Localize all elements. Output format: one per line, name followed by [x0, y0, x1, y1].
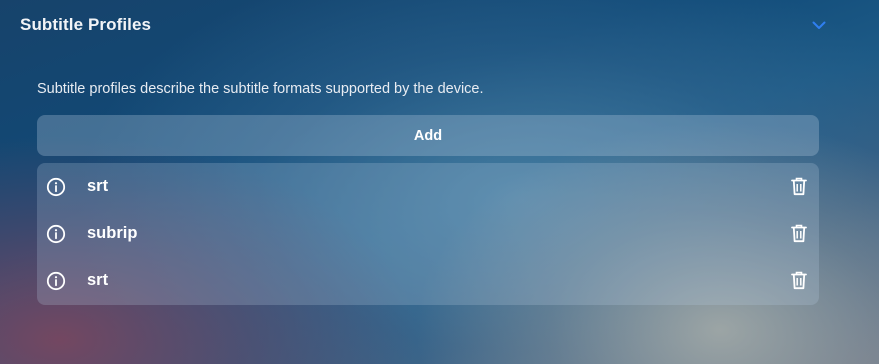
trash-icon[interactable]: [790, 224, 808, 244]
section-header-subtitle-profiles[interactable]: Subtitle Profiles: [20, 0, 840, 50]
add-button[interactable]: Add: [37, 115, 819, 156]
profile-name: subrip: [87, 224, 138, 242]
profile-name: srt: [87, 271, 109, 289]
trash-icon[interactable]: [790, 177, 808, 197]
info-icon[interactable]: [46, 271, 66, 291]
info-icon[interactable]: [46, 224, 66, 244]
profile-name: srt: [87, 177, 109, 195]
section-title: Subtitle Profiles: [20, 15, 152, 34]
list-item[interactable]: subrip: [37, 210, 819, 257]
subtitle-profile-list: srt subrip srt: [37, 163, 819, 305]
section-description: Subtitle profiles describe the subtitle …: [37, 81, 484, 97]
chevron-down-icon[interactable]: [810, 16, 828, 34]
list-item[interactable]: srt: [37, 257, 819, 304]
info-icon[interactable]: [46, 177, 66, 197]
list-item[interactable]: srt: [37, 163, 819, 210]
trash-icon[interactable]: [790, 271, 808, 291]
